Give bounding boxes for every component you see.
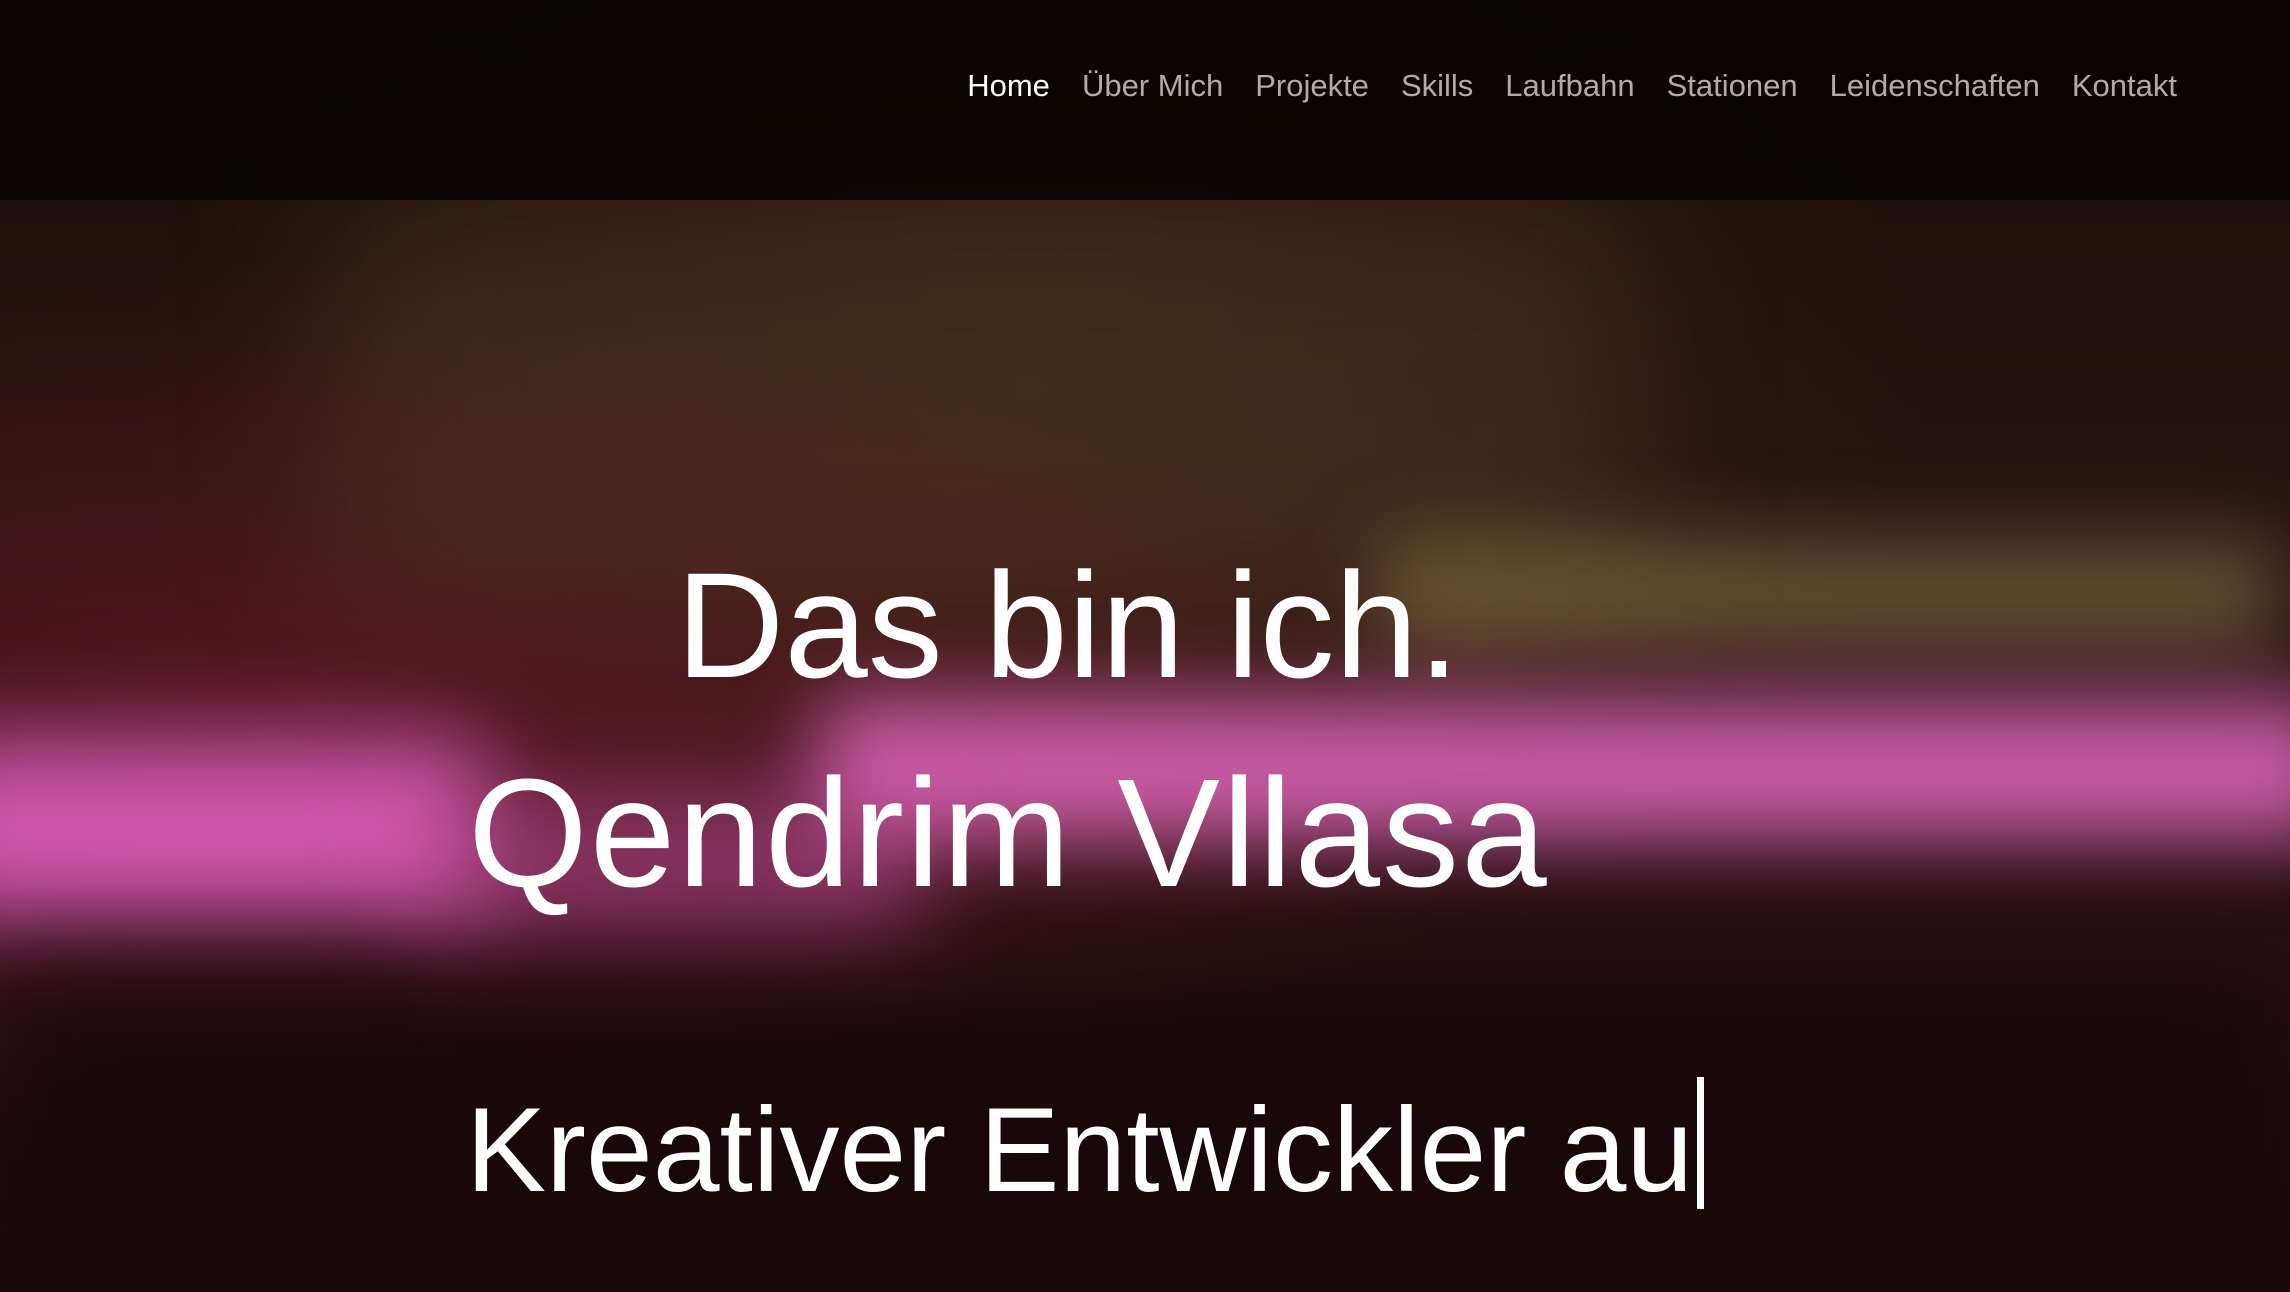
nav-item-stationen[interactable]: Stationen	[1667, 64, 1798, 108]
hero-greeting: Das bin ich.	[676, 541, 1460, 709]
nav-item-skills[interactable]: Skills	[1401, 64, 1473, 108]
hero-typed-subtitle: Kreativer Entwickler au	[466, 1070, 1705, 1230]
background-lamp-glow	[1380, 540, 2280, 650]
top-navigation: Home Über Mich Projekte Skills Laufbahn …	[0, 0, 2290, 200]
nav-item-ueber-mich[interactable]: Über Mich	[1082, 64, 1223, 108]
nav-item-projekte[interactable]: Projekte	[1255, 64, 1369, 108]
hero-name: Qendrim Vllasa	[468, 747, 1549, 919]
background-pink-light-left	[0, 740, 480, 920]
nav-menu: Home Über Mich Projekte Skills Laufbahn …	[935, 64, 2177, 108]
nav-item-laufbahn[interactable]: Laufbahn	[1505, 64, 1634, 108]
typed-text: Kreativer Entwickler au	[466, 1083, 1694, 1217]
nav-item-home[interactable]: Home	[967, 64, 1050, 108]
nav-item-leidenschaften[interactable]: Leidenschaften	[1830, 64, 2040, 108]
typing-cursor	[1697, 1077, 1705, 1209]
nav-item-kontakt[interactable]: Kontakt	[2072, 64, 2177, 108]
